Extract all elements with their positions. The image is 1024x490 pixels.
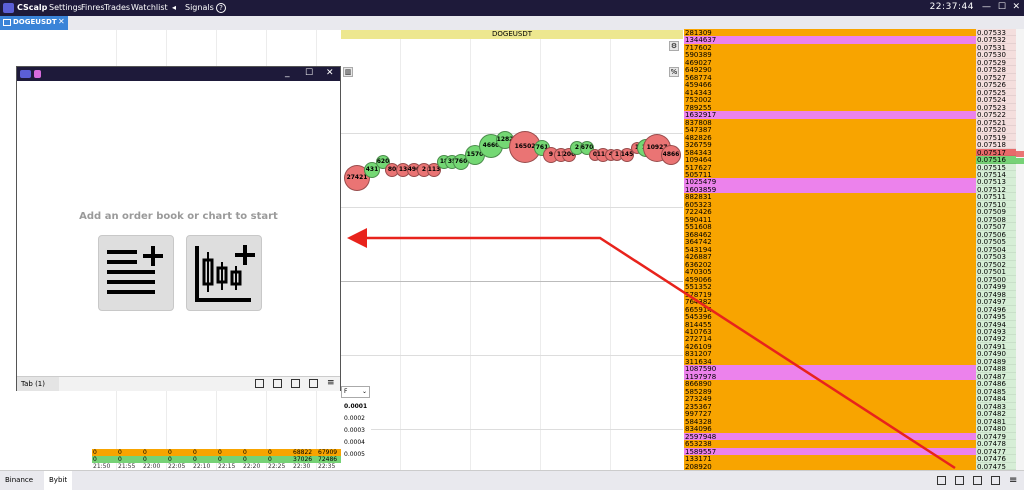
exchange-tab-bybit[interactable]: Bybit	[44, 471, 73, 490]
link-small-icon[interactable]	[973, 476, 982, 485]
add-window-small-icon[interactable]	[955, 476, 964, 485]
add-book-small-icon[interactable]	[937, 476, 946, 485]
add-chart-small-icon[interactable]	[991, 476, 1000, 485]
bottom-bar: Binance Bybit ≡	[0, 470, 1024, 490]
menu-list-icon[interactable]: ≡	[1009, 476, 1018, 486]
annotation-arrows	[347, 228, 956, 470]
exchange-tab-binance[interactable]: Binance	[0, 471, 38, 490]
